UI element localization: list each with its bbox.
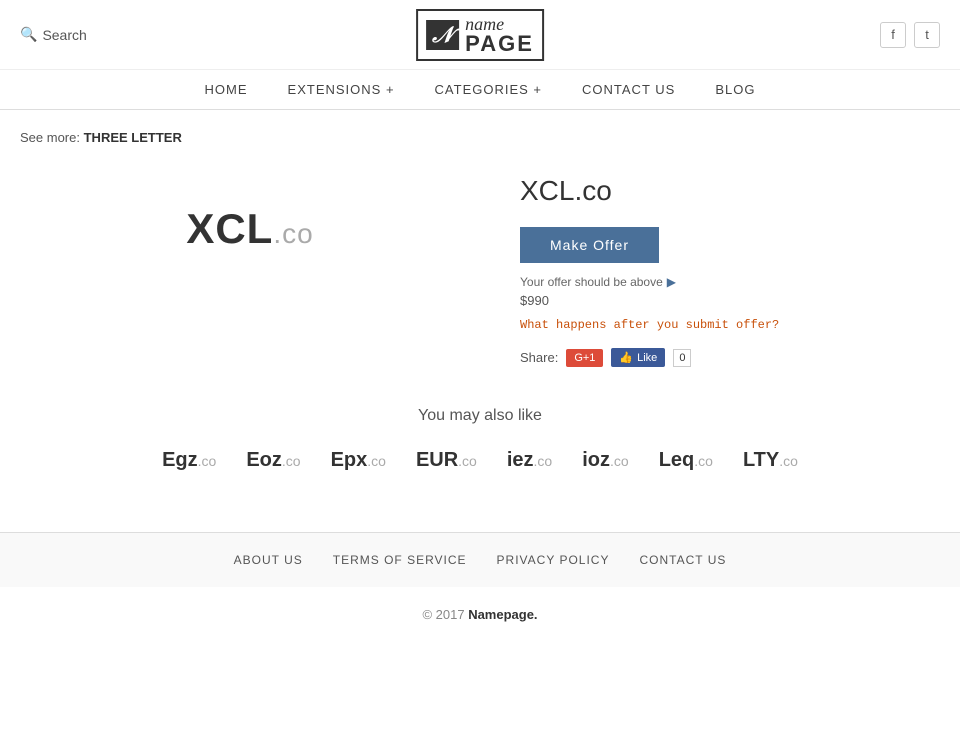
list-item[interactable]: EUR.co xyxy=(416,449,477,472)
domain-title: XCL.co xyxy=(520,175,940,207)
item-tld: .co xyxy=(694,453,713,469)
make-offer-button[interactable]: Make Offer xyxy=(520,227,659,263)
offer-hint: Your offer should be above ▶ xyxy=(520,275,940,289)
share-label: Share: xyxy=(520,350,558,365)
logo-text-bottom: PAGE xyxy=(465,33,534,55)
share-row: Share: G+1 👍 Like 0 xyxy=(520,348,940,367)
main-nav: HOME EXTENSIONS + CATEGORIES + CONTACT U… xyxy=(0,70,960,110)
fb-count: 0 xyxy=(673,349,691,367)
item-tld: .co xyxy=(367,453,386,469)
list-item[interactable]: LTY.co xyxy=(743,449,798,472)
search-button[interactable]: 🔍 Search xyxy=(20,26,87,43)
offer-price: $990 xyxy=(520,293,940,308)
domain-logo: XCL.co xyxy=(186,205,313,253)
fb-like-button[interactable]: 👍 Like xyxy=(611,348,665,367)
facebook-icon[interactable]: f xyxy=(880,22,906,48)
domain-logo-area: XCL.co xyxy=(20,165,480,293)
item-name: Epx xyxy=(331,449,368,471)
item-name: LTY xyxy=(743,449,779,471)
item-name: Egz xyxy=(162,449,198,471)
item-name: iez xyxy=(507,449,534,471)
main-content: See more: THREE LETTER XCL.co XCL.co Mak… xyxy=(0,110,960,532)
fb-thumbs-icon: 👍 xyxy=(619,351,633,364)
domain-tld: .co xyxy=(273,218,313,249)
domain-info: XCL.co Make Offer Your offer should be a… xyxy=(520,165,940,367)
item-tld: .co xyxy=(282,453,301,469)
site-logo[interactable]: 𝒩 name PAGE xyxy=(416,9,544,61)
item-tld: .co xyxy=(779,453,798,469)
also-like-section: You may also like Egz.co Eoz.co Epx.co E… xyxy=(20,407,940,472)
nav-home[interactable]: HOME xyxy=(205,82,248,97)
footer-nav: ABOUT US TERMS OF SERVICE PRIVACY POLICY… xyxy=(0,532,960,587)
item-tld: .co xyxy=(534,453,553,469)
footer-contact[interactable]: CONTACT US xyxy=(639,553,726,567)
nav-blog[interactable]: BLOG xyxy=(715,82,755,97)
list-item[interactable]: Egz.co xyxy=(162,449,216,472)
search-icon: 🔍 xyxy=(20,26,37,43)
offer-hint-text: Your offer should be above xyxy=(520,275,663,289)
nav-categories[interactable]: CATEGORIES + xyxy=(435,82,542,97)
footer-terms[interactable]: TERMS OF SERVICE xyxy=(333,553,467,567)
arrow-icon: ▶ xyxy=(667,275,676,289)
domain-section: XCL.co XCL.co Make Offer Your offer shou… xyxy=(20,165,940,367)
footer-privacy[interactable]: PRIVACY POLICY xyxy=(497,553,610,567)
list-item[interactable]: ioz.co xyxy=(582,449,628,472)
item-tld: .co xyxy=(458,453,477,469)
footer-bottom: © 2017 Namepage. xyxy=(0,587,960,642)
item-tld: .co xyxy=(198,453,217,469)
list-item[interactable]: Epx.co xyxy=(331,449,386,472)
search-label: Search xyxy=(42,27,86,43)
breadcrumb-link[interactable]: THREE LETTER xyxy=(84,130,182,145)
also-like-title: You may also like xyxy=(20,407,940,425)
social-links: f t xyxy=(880,22,940,48)
copyright-text: © 2017 xyxy=(422,607,464,622)
list-item[interactable]: iez.co xyxy=(507,449,552,472)
nav-contact[interactable]: CONTACT US xyxy=(582,82,675,97)
item-name: Eoz xyxy=(246,449,282,471)
brand-link[interactable]: Namepage. xyxy=(468,607,537,622)
fb-like-label: Like xyxy=(637,352,657,364)
header: 🔍 Search 𝒩 name PAGE f t xyxy=(0,0,960,70)
list-item[interactable]: Eoz.co xyxy=(246,449,300,472)
list-item[interactable]: Leq.co xyxy=(659,449,713,472)
breadcrumb: See more: THREE LETTER xyxy=(20,130,940,145)
item-name: Leq xyxy=(659,449,695,471)
nav-extensions[interactable]: EXTENSIONS + xyxy=(288,82,395,97)
item-name: EUR xyxy=(416,449,458,471)
footer-about[interactable]: ABOUT US xyxy=(234,553,303,567)
domain-name: XCL xyxy=(186,205,273,252)
breadcrumb-prefix: See more: xyxy=(20,130,80,145)
twitter-icon[interactable]: t xyxy=(914,22,940,48)
gplus-button[interactable]: G+1 xyxy=(566,349,603,367)
item-tld: .co xyxy=(610,453,629,469)
logo-icon: 𝒩 xyxy=(426,20,459,50)
what-happens-link[interactable]: What happens after you submit offer? xyxy=(520,318,940,332)
domain-list: Egz.co Eoz.co Epx.co EUR.co iez.co ioz.c… xyxy=(20,449,940,472)
item-name: ioz xyxy=(582,449,610,471)
